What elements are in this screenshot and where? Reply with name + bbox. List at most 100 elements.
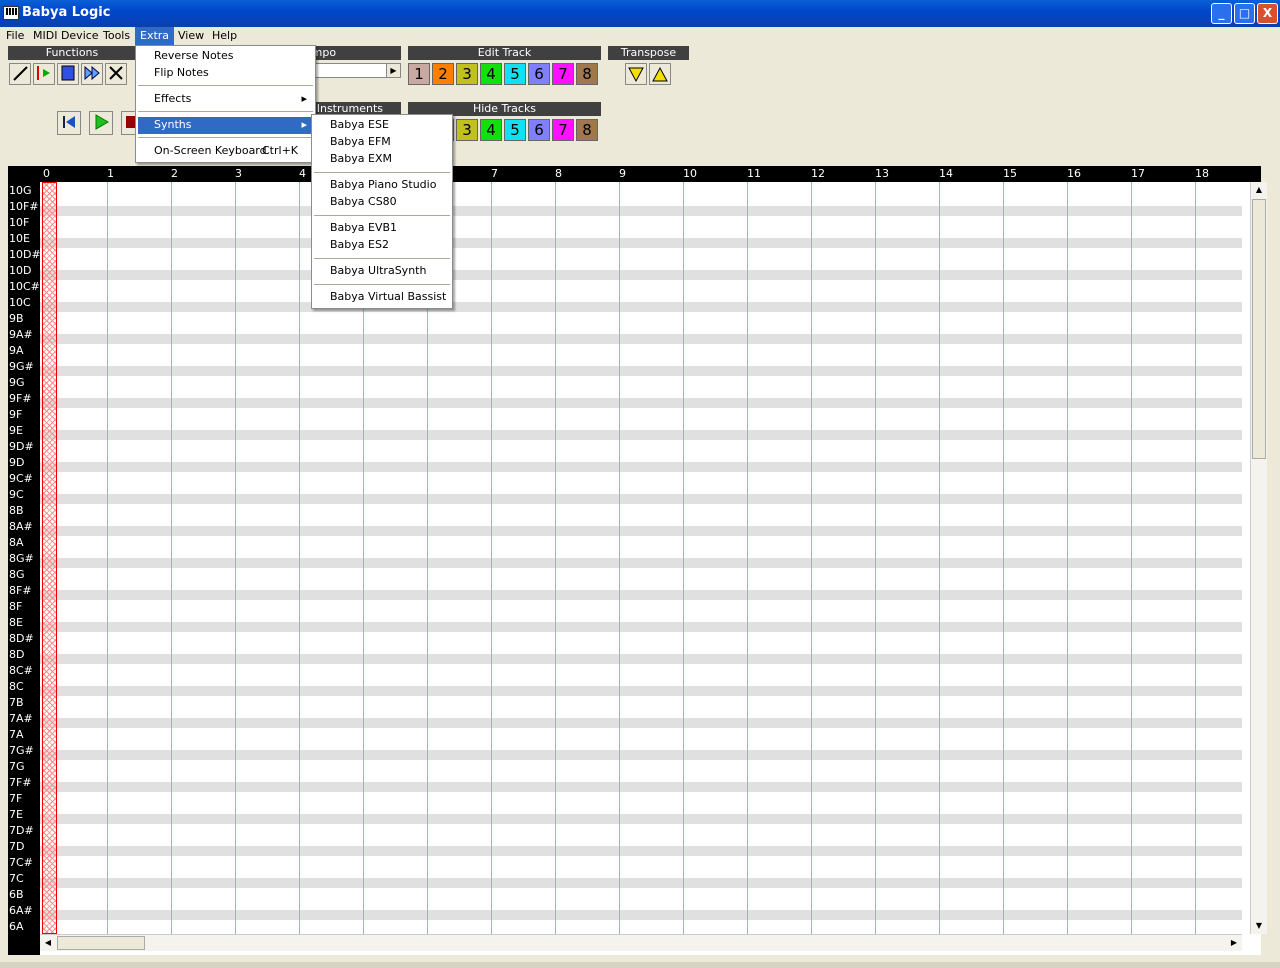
beat-gridline: [107, 182, 108, 934]
ruler-label: 15: [1003, 167, 1017, 180]
minimize-button[interactable]: _: [1211, 3, 1232, 24]
select-block-icon[interactable]: [57, 63, 79, 85]
note-key-label: 7D#: [9, 824, 34, 837]
ruler-label: 1: [107, 167, 114, 180]
submenu-arrow-icon: ▸: [301, 118, 307, 131]
menu-item-synths[interactable]: Synths ▸: [138, 117, 313, 134]
menu-item-babya-virtual-bassist[interactable]: Babya Virtual Bassist: [314, 289, 450, 306]
vertical-scroll-thumb[interactable]: [1252, 199, 1266, 459]
playhead-marker[interactable]: [42, 182, 57, 934]
pencil-icon[interactable]: [9, 63, 31, 85]
scissors-icon[interactable]: [105, 63, 127, 85]
menu-help[interactable]: Help: [207, 27, 242, 45]
menu-file[interactable]: File: [1, 27, 29, 45]
menu-item-effects[interactable]: Effects ▸: [138, 91, 313, 108]
menu-item-babya-ultrasynth[interactable]: Babya UltraSynth: [314, 263, 450, 280]
note-row-stripe: [40, 590, 1242, 600]
note-key-label: 8E: [9, 616, 23, 629]
edit-track-3-button[interactable]: 3: [456, 63, 478, 85]
beat-gridline: [811, 182, 812, 934]
fast-forward-icon[interactable]: [81, 63, 103, 85]
horizontal-scrollbar[interactable]: ◀ ▶: [40, 934, 1242, 951]
menu-tools[interactable]: Tools: [98, 27, 135, 45]
note-key-label: 9A#: [9, 328, 33, 341]
note-row-stripe: [40, 622, 1242, 632]
hide-track-7-button[interactable]: 7: [552, 119, 574, 141]
note-key-label: 7C#: [9, 856, 33, 869]
edit-track-5-button[interactable]: 5: [504, 63, 526, 85]
menu-item-on-screen-keyboard[interactable]: On-Screen Keyboard Ctrl+K: [138, 143, 313, 160]
functions-header: Functions: [8, 46, 136, 60]
note-key-label: 7G: [9, 760, 25, 773]
beat-gridline: [491, 182, 492, 934]
shortcut-label: Ctrl+K: [262, 144, 299, 157]
hide-track-3-button[interactable]: 3: [456, 119, 478, 141]
beat-ruler: 0123456789101112131415161718: [8, 166, 1261, 182]
note-key-label: 10C: [9, 296, 31, 309]
menu-separator: [138, 85, 313, 86]
menu-view[interactable]: View: [173, 27, 209, 45]
menu-extra[interactable]: Extra: [135, 27, 175, 45]
menu-item-flip-notes[interactable]: Flip Notes: [138, 65, 313, 82]
app-icon: [3, 6, 19, 20]
beat-gridline: [1067, 182, 1068, 934]
note-grid[interactable]: [40, 182, 1242, 934]
maximize-button[interactable]: □: [1234, 3, 1255, 24]
hide-track-6-button[interactable]: 6: [528, 119, 550, 141]
menu-item-reverse-notes[interactable]: Reverse Notes: [138, 48, 313, 65]
note-row-stripe: [40, 270, 1242, 280]
note-row-stripe: [40, 238, 1242, 248]
menu-item-babya-efm[interactable]: Babya EFM: [314, 134, 450, 151]
menu-midi-device[interactable]: MIDI Device: [28, 27, 104, 45]
vertical-scrollbar[interactable]: ▲ ▼: [1250, 182, 1267, 934]
hide-track-8-button[interactable]: 8: [576, 119, 598, 141]
edit-track-1-button[interactable]: 1: [408, 63, 430, 85]
menu-separator: [138, 137, 313, 138]
edit-track-6-button[interactable]: 6: [528, 63, 550, 85]
note-row-stripe: [40, 782, 1242, 792]
rewind-to-start-icon[interactable]: [57, 111, 81, 135]
scroll-right-icon[interactable]: ▶: [1226, 935, 1242, 951]
window-title: Babya Logic: [22, 5, 111, 20]
piano-roll[interactable]: 0123456789101112131415161718 10G10F#10F1…: [8, 166, 1267, 955]
note-key-label: 8G: [9, 568, 25, 581]
hide-track-5-button[interactable]: 5: [504, 119, 526, 141]
edit-track-7-button[interactable]: 7: [552, 63, 574, 85]
edit-track-2-button[interactable]: 2: [432, 63, 454, 85]
transpose-down-icon[interactable]: [625, 63, 647, 85]
menu-item-babya-ese[interactable]: Babya ESE: [314, 117, 450, 134]
edit-track-8-button[interactable]: 8: [576, 63, 598, 85]
beat-gridline: [619, 182, 620, 934]
menu-item-babya-evb1[interactable]: Babya EVB1: [314, 220, 450, 237]
note-key-label: 7A#: [9, 712, 33, 725]
scroll-up-icon[interactable]: ▲: [1251, 182, 1267, 198]
hide-track-4-button[interactable]: 4: [480, 119, 502, 141]
menu-item-babya-es2[interactable]: Babya ES2: [314, 237, 450, 254]
note-row-stripe: [40, 718, 1242, 728]
beat-gridline: [1195, 182, 1196, 934]
beat-gridline: [171, 182, 172, 934]
note-row-stripe: [40, 398, 1242, 408]
transpose-up-icon[interactable]: [649, 63, 671, 85]
ruler-label: 9: [619, 167, 626, 180]
note-row-stripe: [40, 302, 1242, 312]
menu-item-babya-exm[interactable]: Babya EXM: [314, 151, 450, 168]
note-row-stripe: [40, 526, 1242, 536]
tempo-slider-arrow-icon[interactable]: ▶: [386, 64, 400, 77]
edit-track-4-button[interactable]: 4: [480, 63, 502, 85]
scroll-left-icon[interactable]: ◀: [40, 935, 56, 951]
menu-item-babya-piano-studio[interactable]: Babya Piano Studio: [314, 177, 450, 194]
close-button[interactable]: X: [1257, 3, 1278, 24]
horizontal-scroll-thumb[interactable]: [57, 936, 145, 950]
note-key-label: 8D: [9, 648, 25, 661]
play-icon[interactable]: [89, 111, 113, 135]
scroll-down-icon[interactable]: ▼: [1251, 918, 1267, 934]
note-key-label: 6A: [9, 920, 24, 933]
edit-track-buttons: 12345678: [408, 63, 601, 87]
note-row-stripe: [40, 878, 1242, 888]
note-key-label: 7D: [9, 840, 25, 853]
beat-gridline: [683, 182, 684, 934]
note-row-stripe: [40, 494, 1242, 504]
play-from-marker-icon[interactable]: [33, 63, 55, 85]
menu-item-babya-cs80[interactable]: Babya CS80: [314, 194, 450, 211]
